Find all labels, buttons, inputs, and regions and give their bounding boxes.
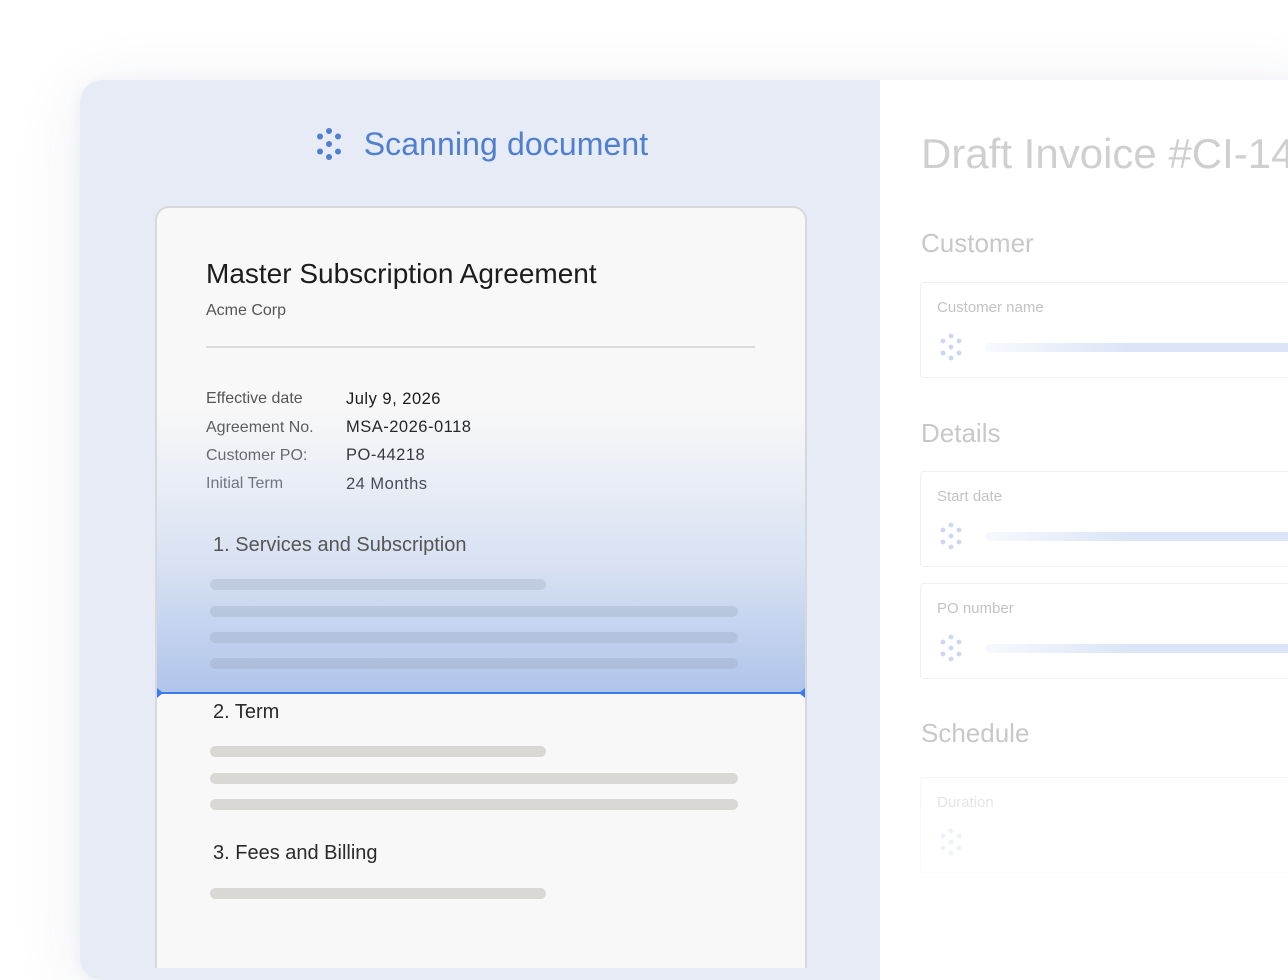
meta-value: MSA-2026-0118	[346, 418, 472, 437]
section-heading-details: Details	[921, 418, 1001, 448]
loading-dots-icon	[940, 333, 962, 361]
invoice-panel: Draft Invoice #CI-14 Customer Customer n…	[880, 80, 1288, 980]
duration-field[interactable]: Duration	[920, 777, 1288, 873]
document-subtitle: Acme Corp	[206, 302, 287, 319]
text-placeholder-line	[210, 799, 738, 810]
meta-label: Initial Term	[206, 475, 284, 493]
text-placeholder-line	[210, 606, 738, 617]
meta-row: Customer PO: PO-44218	[206, 442, 471, 470]
meta-label: Effective date	[206, 390, 303, 408]
meta-value: 24 Months	[346, 474, 428, 493]
section-heading-customer: Customer	[921, 228, 1034, 258]
document-divider	[206, 346, 755, 348]
section-title: 3. Fees and Billing	[213, 842, 378, 864]
scan-line-right-marker	[799, 688, 805, 698]
text-placeholder-line	[210, 746, 546, 757]
document-preview: Master Subscription Agreement Acme Corp …	[155, 206, 807, 968]
scan-line-left-marker	[157, 688, 163, 698]
meta-label: Agreement No.	[206, 418, 314, 436]
loading-dots-icon	[940, 522, 962, 550]
meta-row: Initial Term 24 Months	[206, 470, 471, 498]
section-title: 2. Term	[213, 701, 280, 723]
meta-value: PO-44218	[346, 446, 426, 465]
section-title: 1. Services and Subscription	[213, 534, 467, 556]
scan-line	[157, 692, 805, 694]
scan-panel: Scanning document Master Subscription Ag…	[80, 80, 880, 980]
loading-bar	[985, 532, 1288, 541]
meta-value: July 9, 2026	[346, 389, 441, 408]
meta-row: Effective date July 9, 2026	[206, 385, 471, 413]
field-label: Customer name	[937, 299, 1044, 316]
customer-name-field[interactable]: Customer name	[920, 282, 1288, 378]
field-label: PO number	[937, 600, 1014, 617]
start-date-field[interactable]: Start date	[920, 471, 1288, 567]
text-placeholder-line	[210, 658, 738, 669]
app-window: Scanning document Master Subscription Ag…	[80, 80, 1288, 980]
loading-bar	[985, 343, 1288, 352]
invoice-title: Draft Invoice #CI-14	[921, 130, 1288, 177]
text-placeholder-line	[210, 888, 546, 899]
loading-dots-icon	[940, 828, 962, 856]
meta-row: Agreement No. MSA-2026-0118	[206, 413, 471, 441]
loading-dots-icon	[940, 634, 962, 662]
section-heading-schedule: Schedule	[921, 718, 1030, 748]
spinner-dots-icon	[316, 128, 341, 160]
scan-status-title: Scanning document	[363, 125, 649, 162]
meta-label: Customer PO:	[206, 446, 308, 464]
scan-header: Scanning document	[80, 124, 880, 164]
document-title: Master Subscription Agreement	[206, 258, 597, 289]
po-number-field[interactable]: PO number	[920, 583, 1288, 679]
text-placeholder-line	[210, 579, 546, 590]
field-label: Start date	[937, 488, 1003, 505]
text-placeholder-line	[210, 773, 738, 784]
loading-bar	[985, 644, 1288, 653]
text-placeholder-line	[210, 632, 738, 643]
field-label: Duration	[937, 794, 994, 811]
document-meta: Effective date July 9, 2026 Agreement No…	[206, 385, 471, 499]
